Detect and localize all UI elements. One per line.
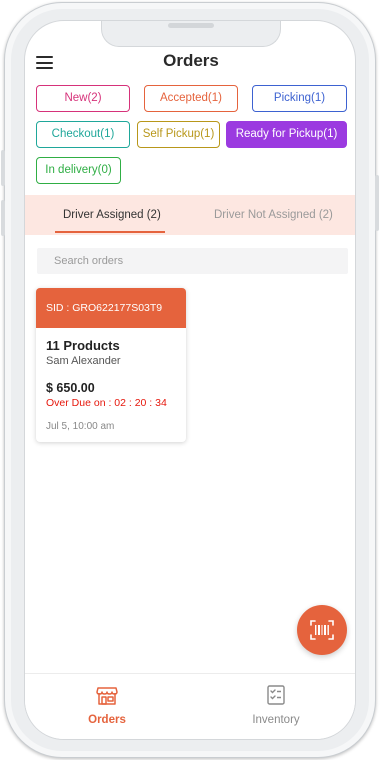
- app-header: Orders: [25, 47, 355, 77]
- status-chip-self-pickup[interactable]: Self Pickup(1): [137, 121, 220, 148]
- order-amount: $ 650.00: [46, 381, 95, 395]
- active-tab-indicator: [55, 231, 165, 233]
- checklist-icon: [267, 685, 285, 705]
- order-product-count: 11 Products: [46, 338, 120, 353]
- order-overdue-timer: Over Due on : 02 : 20 : 34: [46, 397, 167, 409]
- nav-inventory[interactable]: Inventory: [216, 684, 336, 726]
- bottom-navigation: Orders Inventory: [25, 673, 355, 739]
- status-chip-in-delivery[interactable]: In delivery(0): [36, 157, 121, 184]
- scan-button[interactable]: [297, 605, 347, 655]
- tab-driver-assigned[interactable]: Driver Assigned (2): [63, 209, 161, 221]
- phone-side-button: [1, 200, 5, 236]
- order-customer-name: Sam Alexander: [46, 355, 121, 367]
- status-chip-accepted[interactable]: Accepted(1): [144, 85, 238, 112]
- driver-tabs: Driver Assigned (2) Driver Not Assigned …: [25, 195, 355, 235]
- status-chip-checkout[interactable]: Checkout(1): [36, 121, 130, 148]
- page-title: Orders: [163, 51, 219, 70]
- app-screen: Orders New(2) Accepted(1) Picking(1) Che…: [24, 20, 356, 740]
- status-chip-picking[interactable]: Picking(1): [252, 85, 347, 112]
- nav-inventory-label: Inventory: [252, 714, 300, 726]
- tab-driver-not-assigned[interactable]: Driver Not Assigned (2): [214, 209, 333, 221]
- status-chip-new[interactable]: New(2): [36, 85, 130, 112]
- order-date: Jul 5, 10:00 am: [46, 421, 115, 432]
- order-sid: SID : GRO622177S03T9: [36, 288, 186, 328]
- phone-side-button: [375, 175, 379, 231]
- phone-speaker: [168, 23, 214, 28]
- search-input[interactable]: [37, 248, 348, 274]
- nav-orders-label: Orders: [88, 714, 126, 726]
- store-icon: [96, 687, 118, 705]
- order-card[interactable]: SID : GRO622177S03T9 11 Products Sam Ale…: [36, 288, 186, 442]
- phone-side-button: [1, 150, 5, 186]
- phone-notch: [101, 21, 281, 47]
- status-chip-ready-for-pickup[interactable]: Ready for Pickup(1): [226, 121, 347, 148]
- barcode-scan-icon: [310, 620, 334, 640]
- nav-orders[interactable]: Orders: [47, 684, 167, 726]
